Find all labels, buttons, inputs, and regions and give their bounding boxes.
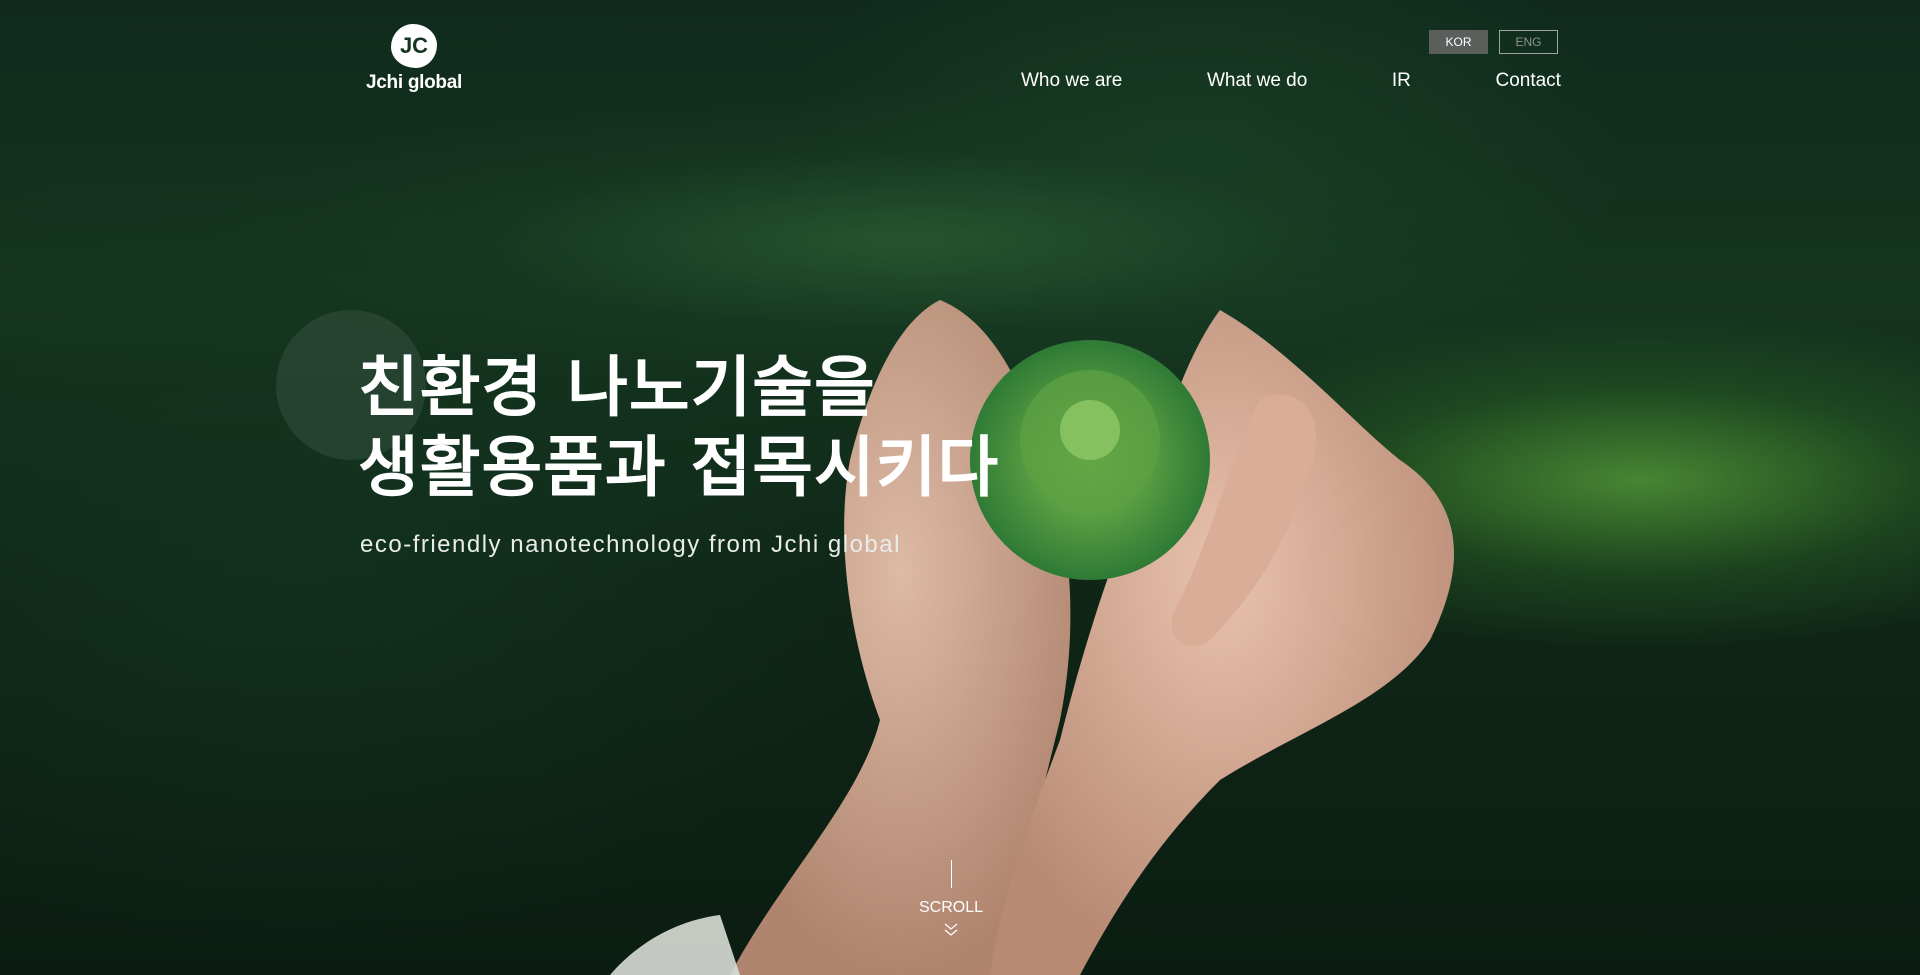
language-switcher: KOR ENG (1429, 30, 1558, 54)
hero-headline-line-2: 생활용품과 접목시키다 (358, 429, 1000, 506)
scroll-indicator[interactable]: SCROLL (910, 860, 992, 937)
lang-kor-button[interactable]: KOR (1429, 30, 1488, 54)
hero-headline-line-1: 친환경 나노기술을 (358, 349, 876, 426)
scroll-line (950, 860, 952, 888)
logo[interactable]: JC Jchi global (360, 24, 468, 98)
scroll-label: SCROLL (918, 899, 984, 916)
logo-text: Jchi global (366, 72, 462, 93)
hero-subline: eco-friendly nanotechnology from Jchi gl… (360, 531, 901, 558)
logo-mark-icon: JC (391, 24, 437, 68)
nav-item-who-we-are[interactable]: Who we are (1021, 70, 1122, 92)
nav-item-ir[interactable]: IR (1392, 70, 1411, 92)
nav-item-contact[interactable]: Contact (1495, 70, 1560, 92)
hero-headline: 친환경 나노기술을 생활용품과 접목시키다 (358, 348, 999, 508)
main-nav: Who we are What we do IR Contact (1021, 70, 1561, 92)
lang-eng-button[interactable]: ENG (1499, 30, 1558, 54)
double-chevron-down-icon (944, 923, 958, 936)
nav-item-what-we-do[interactable]: What we do (1207, 70, 1307, 92)
hero-section: JC Jchi global KOR ENG Who we are What w… (0, 0, 1920, 975)
